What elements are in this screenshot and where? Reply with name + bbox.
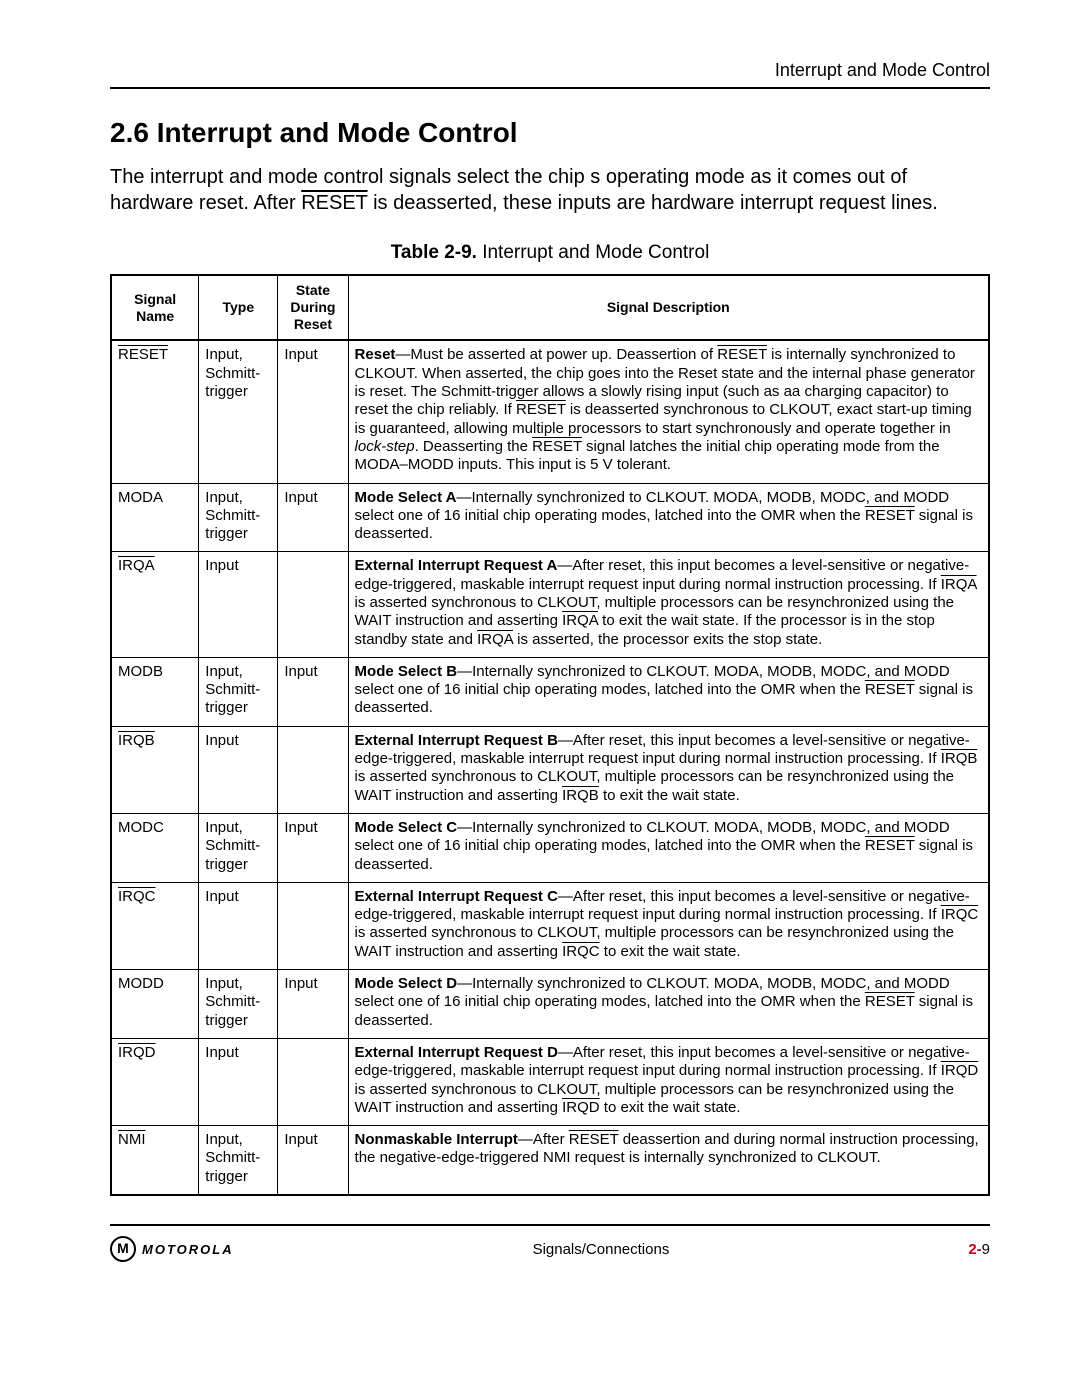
table-row: IRQDInput External Interrupt Request D—Af… xyxy=(111,1038,989,1125)
col-signal-name: Signal Name xyxy=(111,275,199,340)
cell-description: Mode Select D—Internally synchronized to… xyxy=(348,970,989,1039)
cell-description: Mode Select B—Internally synchronized to… xyxy=(348,657,989,726)
cell-signal-name: MODD xyxy=(111,970,199,1039)
cell-state: Input xyxy=(278,657,348,726)
cell-signal-name: MODC xyxy=(111,813,199,882)
section-number: 2.6 xyxy=(110,117,149,148)
table-row: IRQAInput External Interrupt Request A—Af… xyxy=(111,552,989,657)
cell-description: External Interrupt Request C—After reset… xyxy=(348,882,989,969)
cell-description: External Interrupt Request A—After reset… xyxy=(348,552,989,657)
page-footer: M MOTOROLA Signals/Connections 2-9 xyxy=(110,1236,990,1262)
cell-description: Nonmaskable Interrupt—After RESET deasse… xyxy=(348,1126,989,1195)
page-prefix: 2- xyxy=(968,1241,981,1258)
cell-type: Input, Schmitt-trigger xyxy=(199,483,278,552)
footer-center: Signals/Connections xyxy=(234,1241,969,1258)
footer-rule xyxy=(110,1224,990,1226)
table-row: MODDInput, Schmitt-triggerInputMode Sele… xyxy=(111,970,989,1039)
cell-description: Reset—Must be asserted at power up. Deas… xyxy=(348,340,989,483)
header-rule xyxy=(110,87,990,89)
cell-type: Input, Schmitt-trigger xyxy=(199,1126,278,1195)
cell-type: Input xyxy=(199,1038,278,1125)
cell-signal-name: RESET xyxy=(111,340,199,483)
table-header-row: Signal Name Type State During Reset Sign… xyxy=(111,275,989,340)
cell-state xyxy=(278,726,348,813)
cell-type: Input, Schmitt-trigger xyxy=(199,340,278,483)
cell-state xyxy=(278,552,348,657)
cell-signal-name: IRQA xyxy=(111,552,199,657)
table-row: IRQBInput External Interrupt Request B—Af… xyxy=(111,726,989,813)
cell-signal-name: IRQB xyxy=(111,726,199,813)
cell-type: Input xyxy=(199,552,278,657)
cell-type: Input xyxy=(199,726,278,813)
cell-state: Input xyxy=(278,813,348,882)
motorola-icon: M xyxy=(110,1236,136,1262)
cell-state: Input xyxy=(278,1126,348,1195)
cell-state: Input xyxy=(278,340,348,483)
running-header: Interrupt and Mode Control xyxy=(110,60,990,81)
table-row: RESETInput, Schmitt-triggerInputReset—Mu… xyxy=(111,340,989,483)
cell-description: External Interrupt Request D—After reset… xyxy=(348,1038,989,1125)
section-heading: 2.6 Interrupt and Mode Control xyxy=(110,117,990,149)
cell-type: Input xyxy=(199,882,278,969)
cell-signal-name: IRQC xyxy=(111,882,199,969)
table-row: NMIInput, Schmitt-triggerInputNonmaskabl… xyxy=(111,1126,989,1195)
section-title-text: Interrupt and Mode Control xyxy=(157,117,518,148)
intro-paragraph: The interrupt and mode control signals s… xyxy=(110,165,990,216)
signal-table: Signal Name Type State During Reset Sign… xyxy=(110,274,990,1196)
cell-description: Mode Select C—Internally synchronized to… xyxy=(348,813,989,882)
cell-state xyxy=(278,882,348,969)
cell-state xyxy=(278,1038,348,1125)
table-row: MODCInput, Schmitt-triggerInputMode Sele… xyxy=(111,813,989,882)
cell-signal-name: MODB xyxy=(111,657,199,726)
cell-type: Input, Schmitt-trigger xyxy=(199,657,278,726)
cell-type: Input, Schmitt-trigger xyxy=(199,813,278,882)
table-caption-rest: Interrupt and Mode Control xyxy=(477,242,709,263)
cell-signal-name: IRQD xyxy=(111,1038,199,1125)
cell-state: Input xyxy=(278,483,348,552)
table-body: RESETInput, Schmitt-triggerInputReset—Mu… xyxy=(111,340,989,1195)
brand-logo: M MOTOROLA xyxy=(110,1236,234,1262)
table-caption-bold: Table 2-9. xyxy=(391,242,477,263)
cell-signal-name: MODA xyxy=(111,483,199,552)
table-row: IRQCInput External Interrupt Request C—Af… xyxy=(111,882,989,969)
table-caption: Table 2-9. Interrupt and Mode Control xyxy=(110,242,990,264)
cell-description: Mode Select A—Internally synchronized to… xyxy=(348,483,989,552)
col-state: State During Reset xyxy=(278,275,348,340)
page-number: 2-9 xyxy=(968,1241,990,1258)
cell-type: Input, Schmitt-trigger xyxy=(199,970,278,1039)
cell-description: External Interrupt Request B—After reset… xyxy=(348,726,989,813)
cell-signal-name: NMI xyxy=(111,1126,199,1195)
col-type: Type xyxy=(199,275,278,340)
table-row: MODAInput, Schmitt-triggerInputMode Sele… xyxy=(111,483,989,552)
table-row: MODBInput, Schmitt-triggerInputMode Sele… xyxy=(111,657,989,726)
brand-text: MOTOROLA xyxy=(142,1242,234,1257)
col-description: Signal Description xyxy=(348,275,989,340)
page: Interrupt and Mode Control 2.6 Interrupt… xyxy=(0,0,1080,1397)
page-num: 9 xyxy=(982,1241,990,1258)
cell-state: Input xyxy=(278,970,348,1039)
